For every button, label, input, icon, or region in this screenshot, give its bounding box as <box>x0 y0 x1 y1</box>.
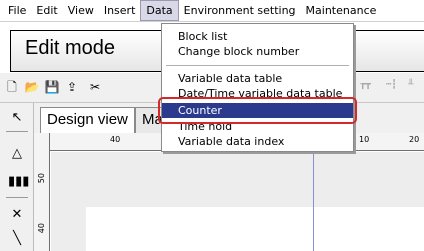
design-canvas[interactable] <box>51 152 424 251</box>
menu-environment-setting[interactable]: Environment setting <box>179 0 301 22</box>
guide-line <box>313 152 314 251</box>
tool-palette: ↖ △ ▮▮▮ ✕ ╲ <box>0 103 34 251</box>
menu-bar: File Edit View Insert Data Environment s… <box>0 0 424 22</box>
open-folder-icon[interactable]: 📂 <box>23 78 41 96</box>
menu-data[interactable]: Data <box>140 0 179 21</box>
v-ruler-label: 50 <box>37 173 46 184</box>
menu-insert[interactable]: Insert <box>99 0 141 22</box>
line-icon[interactable]: ╲ <box>8 230 26 248</box>
menu-item-variable-data-table[interactable]: Variable data table <box>162 71 353 86</box>
save-icon[interactable]: 💾 <box>43 78 61 96</box>
menu-edit[interactable]: Edit <box>31 0 62 22</box>
cross-icon[interactable]: ✕ <box>8 206 26 224</box>
tab-design-view[interactable]: Design view <box>40 107 135 133</box>
data-dropdown-menu: Block list Change block number Variable … <box>161 23 354 152</box>
cut-icon[interactable]: ✂ <box>86 78 104 96</box>
vertical-ruler: 50 40 <box>34 133 50 251</box>
mode-title: Edit mode <box>25 37 116 59</box>
new-file-icon[interactable]: 🗋 <box>3 78 21 96</box>
distribute-icon[interactable]: ┅┇ <box>386 80 397 90</box>
menu-item-block-list[interactable]: Block list <box>162 29 353 44</box>
menu-separator <box>166 65 349 66</box>
menu-item-change-block-number[interactable]: Change block number <box>162 44 353 59</box>
v-ruler-label: 40 <box>37 223 46 234</box>
triangle-icon[interactable]: △ <box>8 145 26 163</box>
spacing-icon[interactable]: ╨ <box>408 80 413 90</box>
menu-file[interactable]: File <box>3 0 31 22</box>
highlight-box <box>158 97 357 124</box>
palette-divider <box>6 131 28 132</box>
menu-maintenance[interactable]: Maintenance <box>301 0 382 22</box>
menu-view[interactable]: View <box>63 0 99 22</box>
h-ruler-label: 10 <box>359 135 370 144</box>
label-paper[interactable] <box>86 207 424 251</box>
pointer-icon[interactable]: ↖ <box>8 109 26 127</box>
menu-item-variable-data-index[interactable]: Variable data index <box>162 134 353 149</box>
barcode-icon[interactable]: ▮▮▮ <box>8 173 29 191</box>
h-ruler-label: 40 <box>110 135 121 144</box>
h-ruler-label: 20 <box>409 135 420 144</box>
transfer-icon[interactable]: ⇪ <box>63 78 81 96</box>
palette-divider <box>6 197 28 198</box>
align-icon[interactable]: ┲┳ <box>360 80 371 90</box>
